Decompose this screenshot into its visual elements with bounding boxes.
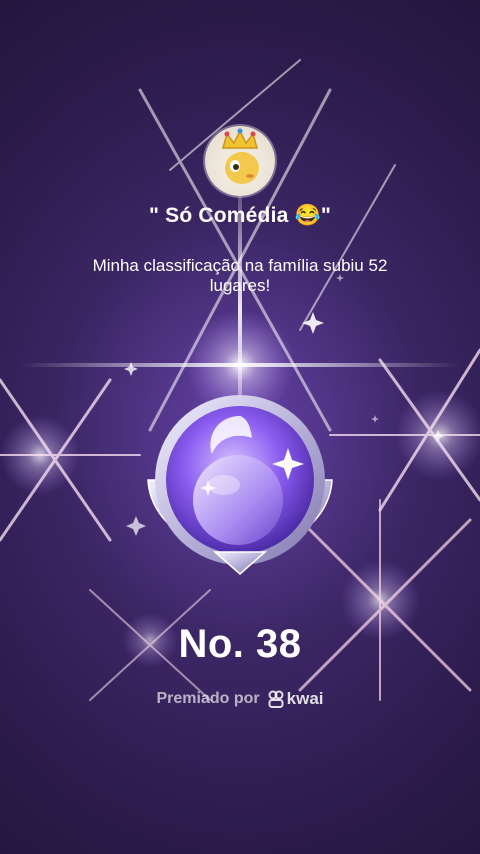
rank-up-message: Minha classificação na família subiu 52 …	[92, 256, 388, 295]
moon-star-medal-icon	[147, 395, 333, 575]
family-avatar[interactable]	[205, 126, 275, 196]
rank-up-screen: " Só Comédia 😂" Minha classificação na f…	[0, 0, 480, 854]
awarded-by: Premiado por kwai	[0, 689, 480, 709]
kwai-brand-name: kwai	[286, 689, 324, 708]
family-name: " Só Comédia 😂"	[148, 204, 332, 227]
kwai-brand: kwai	[268, 689, 324, 709]
awarded-by-label: Premiado por	[156, 690, 260, 707]
kwai-logo-icon	[268, 690, 284, 708]
crowned-cartoon-avatar-icon	[222, 128, 259, 184]
rank-number: No. 38	[178, 622, 302, 666]
